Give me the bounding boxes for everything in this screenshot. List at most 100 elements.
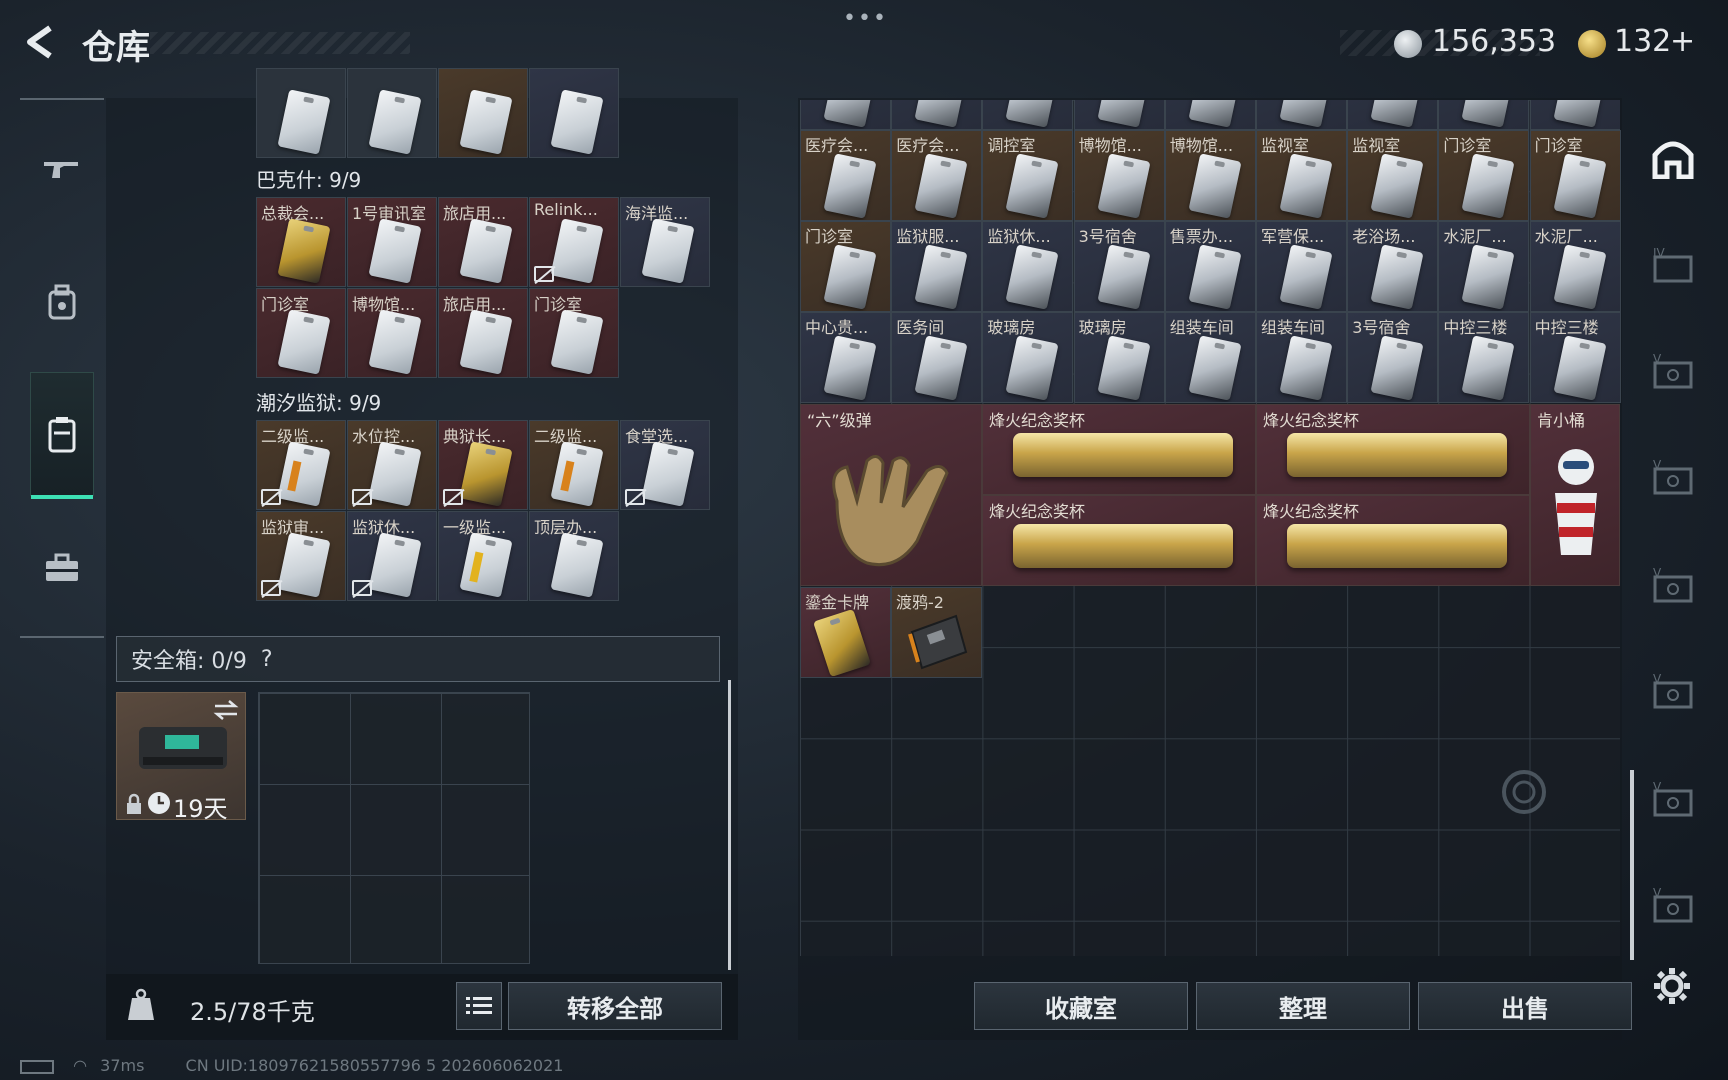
keycard-item[interactable]: 博物馆...: [1073, 130, 1165, 221]
keycard-item[interactable]: 监狱休...: [347, 511, 437, 601]
keycard-item[interactable]: 调控室: [982, 130, 1074, 221]
item-cell[interactable]: [1073, 100, 1165, 130]
sort-button[interactable]: 整理: [1196, 982, 1410, 1030]
list-view-button[interactable]: [456, 982, 502, 1030]
keycard-item[interactable]: 二级监...: [529, 420, 619, 510]
trophy-item-2[interactable]: 烽火纪念奖杯: [1256, 404, 1530, 495]
keycard-item[interactable]: 食堂选...: [620, 420, 710, 510]
menu-dots-icon[interactable]: •••: [843, 6, 888, 31]
sell-button[interactable]: 出售: [1418, 982, 1632, 1030]
safebox-container[interactable]: 19天: [116, 692, 246, 823]
help-icon[interactable]: ?: [261, 647, 273, 672]
keycard-item[interactable]: 水泥厂...: [1529, 221, 1621, 312]
keycard-item[interactable]: 监狱审...: [256, 511, 346, 601]
case-tab-v-1[interactable]: V: [1648, 346, 1698, 396]
transfer-all-button[interactable]: 转移全部: [508, 982, 722, 1030]
keycard-item[interactable]: 玻璃房: [982, 312, 1074, 403]
safebox-grid[interactable]: [258, 692, 530, 964]
home-stash-tab[interactable]: [1648, 134, 1698, 184]
gold-card-item[interactable]: 鎏金卡牌: [800, 587, 891, 678]
keycard-item[interactable]: 医务间: [891, 312, 983, 403]
keycard-item[interactable]: 海洋监...: [620, 197, 710, 287]
target-circle-icon[interactable]: [1500, 768, 1548, 816]
six-bullet-item[interactable]: “六”级弹: [800, 404, 982, 586]
item-cell[interactable]: [438, 68, 528, 158]
item-label: 老浴场...: [1352, 227, 1416, 246]
item-cell[interactable]: [529, 68, 619, 158]
item-cell[interactable]: [347, 68, 437, 158]
case-tab-v-4[interactable]: V: [1648, 666, 1698, 716]
item-cell[interactable]: [1347, 100, 1439, 130]
keycard-item[interactable]: 3号宿舍: [1073, 221, 1165, 312]
trophy-item-1[interactable]: 烽火纪念奖杯: [982, 404, 1256, 495]
keycard-item[interactable]: 组装车间: [1256, 312, 1347, 403]
keycard-item[interactable]: 门诊室: [1529, 130, 1621, 221]
backpack-tab[interactable]: [30, 270, 94, 334]
item-label: Relink...: [534, 200, 598, 219]
keycard-item[interactable]: 门诊室: [256, 288, 346, 378]
keycard-item[interactable]: 博物馆...: [347, 288, 437, 378]
keycard-item[interactable]: 旅店用...: [438, 288, 528, 378]
keycard-item[interactable]: 监视室: [1347, 130, 1439, 221]
keycard-item[interactable]: 老浴场...: [1347, 221, 1439, 312]
keycard-item[interactable]: 监狱服...: [891, 221, 983, 312]
item-cell[interactable]: [1438, 100, 1530, 130]
weapon-tab[interactable]: [30, 136, 94, 200]
keycard-item[interactable]: 门诊室: [800, 221, 891, 312]
coin-icon: [1394, 30, 1422, 58]
keycard-item[interactable]: 中控三楼: [1438, 312, 1530, 403]
keycard-item[interactable]: 医疗会...: [800, 130, 891, 221]
add-token-button[interactable]: +: [1670, 24, 1695, 59]
keycard-item[interactable]: 博物馆...: [1164, 130, 1256, 221]
swap-icon[interactable]: [213, 699, 239, 721]
item-cell[interactable]: [1529, 100, 1620, 130]
item-cell[interactable]: [1164, 100, 1256, 130]
keycard-item[interactable]: Relink...: [529, 197, 619, 287]
collection-room-button[interactable]: 收藏室: [974, 982, 1188, 1030]
keycard-item[interactable]: 顶层办...: [529, 511, 619, 601]
trophy-item-3[interactable]: 烽火纪念奖杯: [982, 495, 1256, 586]
case-tab-v-6[interactable]: V: [1648, 880, 1698, 930]
keycard-item[interactable]: 一级监...: [438, 511, 528, 601]
keycard-item[interactable]: 3号宿舍: [1347, 312, 1439, 403]
stash-scrollbar[interactable]: [1630, 770, 1634, 960]
keycard-item[interactable]: 二级监...: [256, 420, 346, 510]
clock-icon: [148, 792, 170, 814]
keycard-item[interactable]: 军营保...: [1256, 221, 1347, 312]
gear-icon[interactable]: [1652, 966, 1692, 1006]
kfc-bucket-item[interactable]: 肯小桶: [1530, 404, 1620, 586]
keycard-item[interactable]: 门诊室: [529, 288, 619, 378]
back-arrow-icon[interactable]: [20, 22, 60, 62]
keycard-item[interactable]: 水位控...: [347, 420, 437, 510]
keycard-item[interactable]: 旅店用...: [438, 197, 528, 287]
keycard-item[interactable]: 典狱长...: [438, 420, 528, 510]
keycard-item[interactable]: 门诊室: [1438, 130, 1530, 221]
raven-item[interactable]: 渡鸦-2: [891, 587, 982, 678]
keycard-item[interactable]: 中控三楼: [1529, 312, 1621, 403]
case-tab-v-2[interactable]: V: [1648, 452, 1698, 502]
keycard-item[interactable]: 组装车间: [1164, 312, 1256, 403]
keycard-item[interactable]: 售票办...: [1164, 221, 1256, 312]
item-cell[interactable]: [982, 100, 1074, 130]
case-tab-v-3[interactable]: V: [1648, 560, 1698, 610]
toolbox-tab[interactable]: [30, 536, 94, 600]
keycard-item[interactable]: 1号审讯室: [347, 197, 437, 287]
keycard-icon: [1279, 153, 1333, 219]
case-tab-v-5[interactable]: V: [1648, 774, 1698, 824]
keycard-item[interactable]: 监视室: [1256, 130, 1347, 221]
keycard-item[interactable]: 监狱休...: [982, 221, 1074, 312]
keycard-item[interactable]: 水泥厂...: [1438, 221, 1530, 312]
trophy-item-4[interactable]: 烽火纪念奖杯: [1256, 495, 1530, 586]
container-tab[interactable]: [30, 372, 94, 499]
keycard-item[interactable]: 玻璃房: [1073, 312, 1165, 403]
keycard-item[interactable]: 中心贵...: [800, 312, 891, 403]
case-tab-iv[interactable]: IV: [1648, 240, 1698, 290]
item-cell[interactable]: [891, 100, 983, 130]
keycard-item[interactable]: 总裁会...: [256, 197, 346, 287]
item-cell[interactable]: [800, 100, 891, 130]
item-cell[interactable]: [1256, 100, 1347, 130]
keycard-icon: [1370, 244, 1424, 310]
item-cell[interactable]: [256, 68, 346, 158]
left-scrollbar[interactable]: [728, 680, 731, 970]
keycard-item[interactable]: 医疗会...: [891, 130, 983, 221]
